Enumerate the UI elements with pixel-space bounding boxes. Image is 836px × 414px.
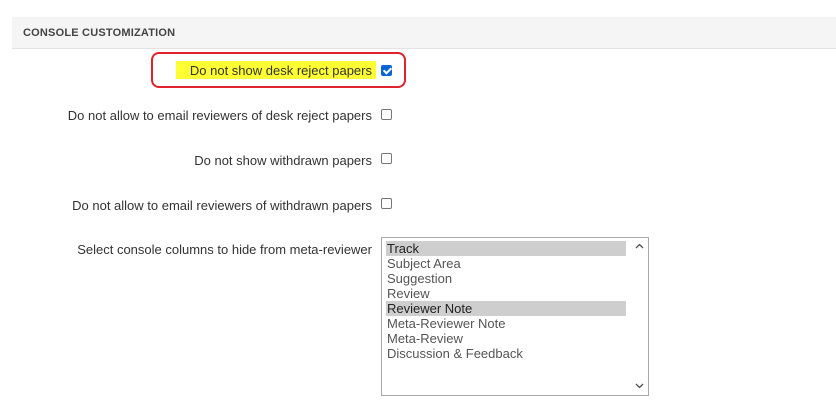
chevron-up-icon[interactable] — [634, 241, 645, 252]
highlighted-label-background: Do not show desk reject papers — [176, 61, 376, 79]
column-option-reviewer-note[interactable]: Reviewer Note — [386, 301, 626, 316]
column-option-review[interactable]: Review — [386, 286, 626, 301]
no-email-desk-reject-label: Do not allow to email reviewers of desk … — [67, 108, 372, 123]
column-option-meta-reviewer-note[interactable]: Meta-Reviewer Note — [386, 316, 626, 331]
column-option-discussion-feedback[interactable]: Discussion & Feedback — [386, 346, 626, 361]
column-option-suggestion[interactable]: Suggestion — [386, 271, 626, 286]
no-email-desk-reject-checkbox[interactable] — [381, 109, 392, 120]
columns-option-list: Track Subject Area Suggestion Review Rev… — [382, 238, 648, 361]
column-option-subject-area[interactable]: Subject Area — [386, 256, 626, 271]
hide-withdrawn-checkbox[interactable] — [381, 153, 392, 164]
hide-desk-reject-checkbox[interactable] — [381, 65, 392, 76]
hide-desk-reject-label: Do not show desk reject papers — [189, 63, 372, 78]
hide-withdrawn-label: Do not show withdrawn papers — [194, 153, 372, 168]
listbox-scrollbar[interactable] — [631, 238, 648, 395]
no-email-withdrawn-label: Do not allow to email reviewers of withd… — [72, 198, 372, 213]
section-title: CONSOLE CUSTOMIZATION — [23, 27, 176, 39]
columns-select-label: Select console columns to hide from meta… — [77, 242, 372, 257]
chevron-down-icon[interactable] — [634, 380, 645, 391]
column-option-track[interactable]: Track — [386, 241, 626, 256]
section-header: CONSOLE CUSTOMIZATION — [12, 17, 836, 49]
columns-multiselect[interactable]: Track Subject Area Suggestion Review Rev… — [381, 237, 649, 396]
no-email-withdrawn-checkbox[interactable] — [381, 198, 392, 209]
column-option-meta-review[interactable]: Meta-Review — [386, 331, 626, 346]
